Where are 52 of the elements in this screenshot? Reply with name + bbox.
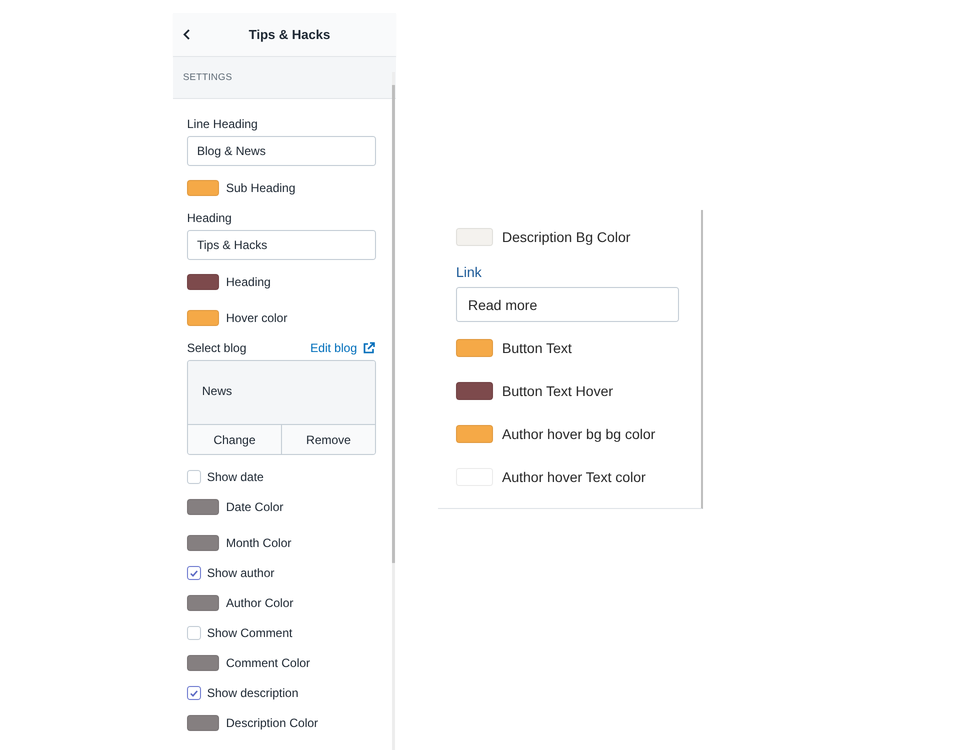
field-label: Select blog <box>187 340 246 356</box>
color-label: Sub Heading <box>226 181 296 195</box>
checkbox[interactable] <box>187 686 201 700</box>
checkbox-label: Show Comment <box>207 626 292 640</box>
color-label: Button Text <box>502 340 572 356</box>
checkbox-label: Show description <box>207 686 298 700</box>
checkmark-icon <box>190 690 198 696</box>
section-header: SETTINGS <box>173 57 396 99</box>
color-label: Description Bg Color <box>502 229 630 245</box>
color-label: Comment Color <box>226 656 310 670</box>
field-label: Heading <box>187 210 233 226</box>
scrollbar-thumb[interactable] <box>392 85 395 563</box>
text-field[interactable]: Read more <box>456 287 679 322</box>
checkbox-label: Show author <box>207 566 274 580</box>
checkbox[interactable] <box>187 566 201 580</box>
color-swatch[interactable] <box>456 425 493 443</box>
field-label: Link <box>456 264 483 281</box>
external-link-icon <box>363 342 375 354</box>
color-swatch[interactable] <box>187 180 219 196</box>
color-swatch[interactable] <box>187 274 219 290</box>
color-swatch[interactable] <box>456 382 493 400</box>
color-label: Month Color <box>226 536 292 550</box>
scrollbar-track[interactable] <box>392 72 395 750</box>
text-field[interactable]: Blog & News <box>187 136 376 166</box>
color-swatch[interactable] <box>187 715 219 731</box>
field-label: Line Heading <box>187 116 259 132</box>
checkbox[interactable] <box>187 470 201 484</box>
selected-blog: News <box>188 361 375 425</box>
back-icon[interactable] <box>183 29 190 40</box>
color-label: Author hover Text color <box>502 469 646 485</box>
color-label: Date Color <box>226 500 284 514</box>
color-swatch[interactable] <box>456 228 493 246</box>
card-button[interactable]: Remove <box>281 425 375 454</box>
checkbox[interactable] <box>187 626 201 640</box>
color-swatch[interactable] <box>187 499 219 515</box>
checkmark-icon <box>190 570 198 576</box>
edit-blog-link[interactable]: Edit blog <box>310 341 375 355</box>
checkbox-label: Show date <box>207 470 264 484</box>
color-swatch[interactable] <box>187 655 219 671</box>
panel-title: Tips & Hacks <box>248 27 330 42</box>
color-swatch[interactable] <box>187 535 219 551</box>
color-label: Author Color <box>226 596 294 610</box>
card-button[interactable]: Change <box>188 425 281 454</box>
color-swatch[interactable] <box>187 595 219 611</box>
text-field[interactable]: Tips & Hacks <box>187 230 376 260</box>
color-label: Button Text Hover <box>502 383 614 399</box>
color-label: Hover color <box>226 311 288 325</box>
color-label: Author hover bg bg color <box>502 426 656 442</box>
color-label: Heading <box>226 275 271 289</box>
color-label: Description Color <box>226 716 318 730</box>
color-swatch[interactable] <box>187 310 219 326</box>
color-swatch[interactable] <box>456 339 493 357</box>
